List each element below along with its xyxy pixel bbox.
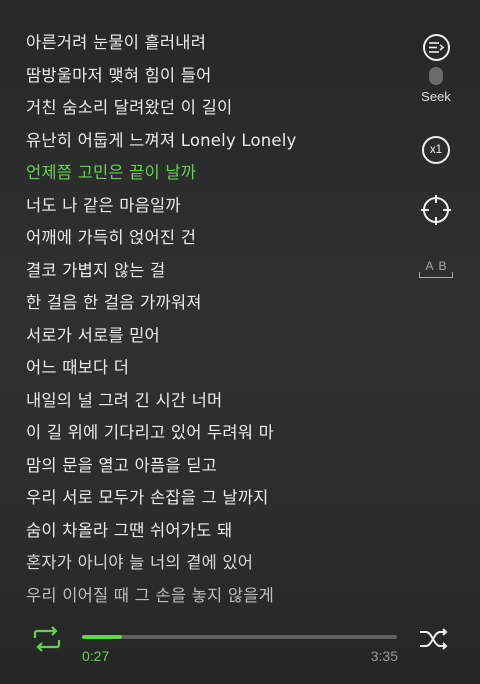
progress-bar[interactable] xyxy=(82,635,397,639)
ab-label: AB xyxy=(425,259,452,273)
lyric-line[interactable]: 숨이 차올라 그땐 쉬어가도 돼 xyxy=(26,515,396,548)
lyric-line[interactable]: 맘의 문을 열고 아픔을 딛고 xyxy=(26,450,396,483)
lyric-line[interactable]: 내일의 널 그려 긴 시간 너머 xyxy=(26,385,396,418)
seek-button[interactable]: Seek xyxy=(412,34,460,104)
progress-fill xyxy=(82,635,122,639)
shuffle-button[interactable] xyxy=(418,626,450,652)
ab-bracket-icon xyxy=(419,272,453,278)
current-time: 0:27 xyxy=(82,648,110,664)
repeat-icon xyxy=(33,626,61,652)
crosshair-icon xyxy=(421,195,451,225)
lyric-line[interactable]: 어느 때보다 더 xyxy=(26,352,396,385)
player-bar: 0:27 3:35 xyxy=(0,604,480,684)
locate-button[interactable] xyxy=(412,194,460,226)
lyric-line[interactable]: 거친 숨소리 달려왔던 이 길이 xyxy=(26,92,396,125)
total-time: 3:35 xyxy=(370,648,398,664)
ab-repeat-button[interactable]: AB xyxy=(412,260,460,278)
seek-list-icon xyxy=(422,34,450,61)
lyric-line[interactable]: 너도 나 같은 마음일까 xyxy=(26,190,396,223)
lyric-line[interactable]: 유난히 어둡게 느껴져 Lonely Lonely xyxy=(26,125,396,158)
speed-button[interactable]: x1 xyxy=(412,136,460,164)
lyric-line[interactable]: 어깨에 가득히 얹어진 건 xyxy=(26,222,396,255)
lyric-line[interactable]: 이 길 위에 기다리고 있어 두려워 마 xyxy=(26,417,396,450)
lyric-line[interactable]: 혼자가 아니야 늘 너의 곁에 있어 xyxy=(26,547,396,580)
lyric-line[interactable]: 한 걸음 한 걸음 가까워져 xyxy=(26,287,396,320)
seek-label: Seek xyxy=(421,89,451,104)
seek-toggle-track[interactable] xyxy=(429,67,443,85)
lyric-line[interactable]: 언제쯤 고민은 끝이 날까 xyxy=(26,157,396,190)
lyric-line[interactable]: 아른거려 눈물이 흘러내려 xyxy=(26,27,396,60)
lyric-line[interactable]: 땀방울마저 맺혀 힘이 들어 xyxy=(26,60,396,93)
repeat-button[interactable] xyxy=(31,626,63,652)
lyrics-list[interactable]: 아른거려 눈물이 흘러내려 땀방울마저 맺혀 힘이 들어 거친 숨소리 달려왔던 이… xyxy=(26,27,396,612)
speed-label: x1 xyxy=(422,136,450,164)
lyric-line[interactable]: 결코 가볍지 않는 걸 xyxy=(26,255,396,288)
shuffle-icon xyxy=(420,628,448,650)
lyric-line[interactable]: 서로가 서로를 믿어 xyxy=(26,320,396,353)
lyric-line[interactable]: 우리 서로 모두가 손잡을 그 날까지 xyxy=(26,482,396,515)
